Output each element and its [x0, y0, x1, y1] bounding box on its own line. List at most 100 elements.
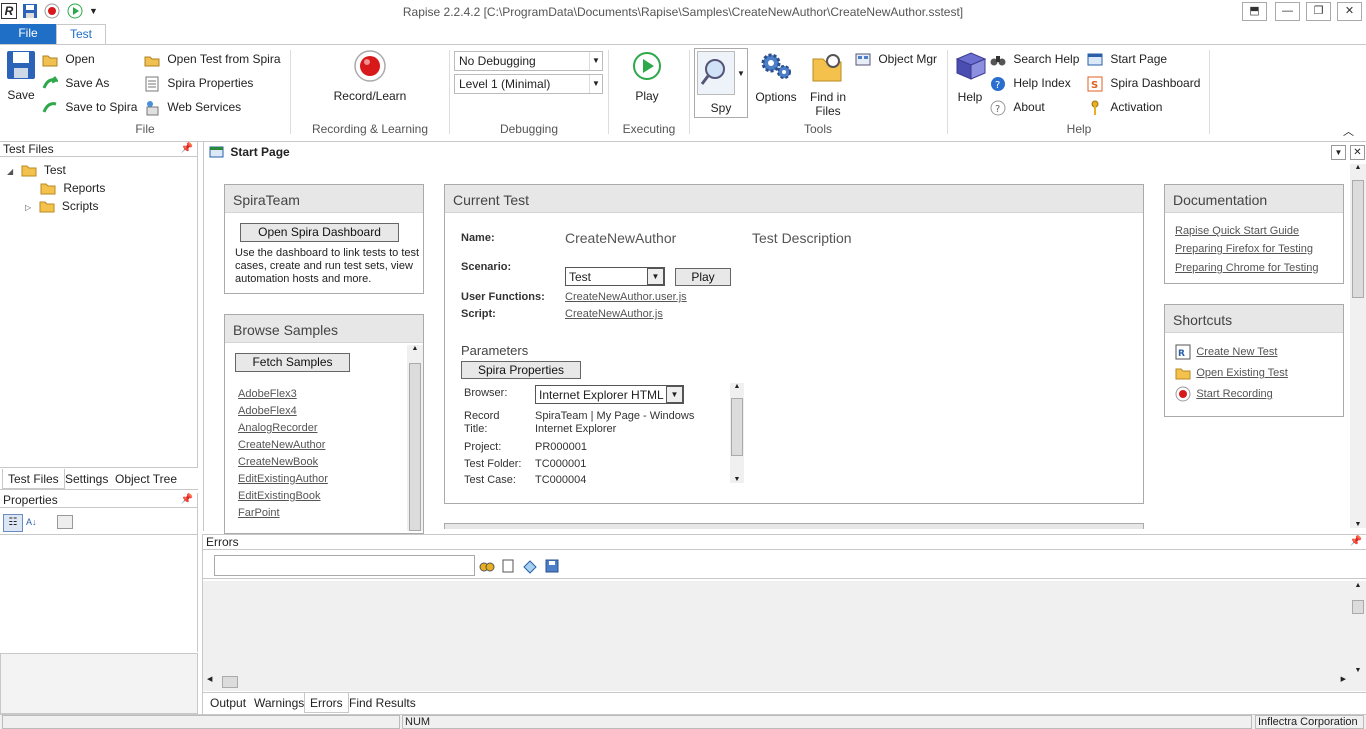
copy-icon[interactable]: [500, 558, 516, 577]
sample-link[interactable]: EditExistingBook: [238, 490, 328, 507]
save-to-spira-button[interactable]: Save to Spira: [42, 100, 137, 116]
pin-icon[interactable]: 📌: [181, 142, 193, 156]
scenario-select[interactable]: Test ▼: [565, 267, 665, 286]
sample-link[interactable]: AdobeFlex4: [238, 405, 328, 422]
tab-settings[interactable]: Settings: [60, 469, 113, 489]
spira-dashboard-button[interactable]: S Spira Dashboard: [1087, 76, 1200, 92]
about-button[interactable]: ? About: [990, 100, 1045, 116]
pin-icon[interactable]: 📌: [1350, 535, 1362, 549]
tree-item-scripts[interactable]: ▷ Scripts: [25, 199, 99, 215]
errors-header: Errors 📌: [203, 535, 1366, 550]
search-help-button[interactable]: Search Help: [990, 52, 1079, 68]
tab-object-tree[interactable]: Object Tree: [110, 469, 182, 489]
group-label-recording: Recording & Learning: [311, 122, 429, 136]
spy-button[interactable]: ▼ Spy: [694, 48, 748, 118]
options-button[interactable]: Options: [753, 51, 799, 104]
object-mgr-button[interactable]: Object Mgr: [855, 52, 937, 68]
sort-az-icon[interactable]: A↓: [26, 514, 46, 532]
script-link[interactable]: CreateNewAuthor.js: [565, 308, 663, 320]
arrow-save-icon: [42, 76, 60, 92]
maximize-button[interactable]: ❐: [1306, 2, 1331, 21]
samples-scrollbar[interactable]: ▲: [407, 345, 423, 531]
play-button[interactable]: Play: [622, 51, 672, 103]
parameters-scrollbar[interactable]: ▲ ▼: [730, 383, 744, 483]
chevron-down-icon[interactable]: ▼: [737, 69, 745, 78]
save-as-button[interactable]: Save As: [42, 76, 109, 92]
start-page-button[interactable]: Start Page: [1087, 52, 1167, 68]
doc-link[interactable]: Preparing Firefox for Testing: [1175, 243, 1318, 262]
sample-link[interactable]: FarPoint: [238, 507, 328, 524]
help-index-button[interactable]: ? Help Index: [990, 76, 1071, 92]
record-title-label-2: Title:: [464, 423, 488, 435]
find-in-files-button[interactable]: Find in Files: [806, 51, 850, 118]
tab-find-results[interactable]: Find Results: [344, 693, 421, 713]
start-page-icon: [1087, 52, 1103, 68]
tree-item-reports[interactable]: Reports: [40, 181, 105, 197]
clear-icon[interactable]: [522, 558, 538, 577]
start-page-tab[interactable]: Start Page: [209, 145, 290, 161]
shortcut-create[interactable]: R Create New Test: [1175, 344, 1277, 360]
tab-output[interactable]: Output: [205, 693, 251, 713]
debug-mode-dropdown[interactable]: No Debugging ▼: [454, 51, 603, 71]
shortcut-open[interactable]: Open Existing Test: [1175, 365, 1288, 381]
open-button[interactable]: Open: [42, 52, 95, 68]
close-button[interactable]: ✕: [1337, 2, 1362, 21]
start-page-scrollbar[interactable]: ▲ ▼: [1350, 164, 1366, 528]
doc-close-icon[interactable]: ✕: [1350, 145, 1365, 160]
scenario-play-button[interactable]: Play: [675, 268, 731, 286]
sample-link[interactable]: EditExistingAuthor: [238, 473, 328, 490]
shortcut-record[interactable]: Start Recording: [1175, 386, 1273, 402]
tab-test-files[interactable]: Test Files: [2, 469, 65, 489]
fetch-samples-button[interactable]: Fetch Samples: [235, 353, 350, 372]
sample-link[interactable]: AnalogRecorder: [238, 422, 328, 439]
create-new-test-link: Create New Test: [1196, 346, 1278, 359]
tab-file[interactable]: File: [0, 24, 56, 45]
parameters-grid: Browser: Internet Explorer HTML ▼ Record…: [461, 383, 746, 483]
binoculars-icon: [990, 52, 1006, 68]
sample-link[interactable]: CreateNewAuthor: [238, 439, 328, 456]
save-log-icon[interactable]: [544, 558, 560, 577]
expand-arrow-icon[interactable]: ◢: [7, 167, 13, 176]
debug-mode-value: No Debugging: [459, 54, 536, 68]
debug-level-dropdown[interactable]: Level 1 (Minimal) ▼: [454, 74, 603, 94]
spira-properties-button[interactable]: Spira Properties: [461, 361, 581, 379]
open-existing-test-link: Open Existing Test: [1196, 367, 1288, 380]
help-button[interactable]: Help: [951, 51, 989, 104]
web-services-button[interactable]: Web Services: [144, 100, 241, 116]
find-icon[interactable]: [479, 558, 495, 577]
errors-scrollbar-h[interactable]: ◀ ▶: [203, 674, 1350, 689]
browser-select[interactable]: Internet Explorer HTML ▼: [535, 385, 684, 404]
tree-item-test[interactable]: ◢ Test: [7, 163, 66, 179]
categorized-icon[interactable]: ☷: [3, 514, 23, 532]
errors-scrollbar-v[interactable]: ▲ ▼: [1350, 582, 1366, 674]
errors-filter-input[interactable]: [214, 555, 475, 576]
pin-icon[interactable]: 📌: [181, 493, 193, 507]
group-label-executing: Executing: [622, 122, 676, 136]
spira-properties-button[interactable]: Spira Properties: [144, 76, 253, 92]
open-spira-dashboard-button[interactable]: Open Spira Dashboard: [240, 223, 399, 242]
activation-button[interactable]: Activation: [1087, 100, 1162, 116]
property-pages-icon[interactable]: [57, 515, 73, 529]
record-learn-button[interactable]: Record/Learn: [326, 49, 414, 103]
sample-link[interactable]: CreateNewBook: [238, 456, 328, 473]
doc-link[interactable]: Preparing Chrome for Testing: [1175, 262, 1318, 280]
tab-warnings[interactable]: Warnings: [249, 693, 309, 713]
restore-ribbon-button[interactable]: ⬒: [1242, 2, 1267, 21]
doc-dropdown-icon[interactable]: ▼: [1331, 145, 1346, 160]
open-from-spira-button[interactable]: Open Test from Spira: [144, 52, 281, 68]
errors-toolbar: [203, 553, 1366, 579]
collapse-ribbon-icon[interactable]: ︿: [1343, 123, 1354, 139]
shortcuts-title: Shortcuts: [1165, 305, 1343, 333]
collapse-arrow-icon[interactable]: ▷: [25, 203, 31, 212]
save-button[interactable]: Save: [3, 49, 39, 103]
tab-test[interactable]: Test: [56, 24, 106, 45]
minimize-button[interactable]: —: [1275, 2, 1300, 21]
doc-link[interactable]: Rapise Quick Start Guide: [1175, 225, 1318, 243]
user-functions-link[interactable]: CreateNewAuthor.user.js: [565, 291, 687, 303]
sample-link[interactable]: AdobeFlex3: [238, 388, 328, 405]
open-label: Open: [65, 52, 95, 67]
tab-errors[interactable]: Errors: [304, 693, 349, 713]
svg-text:S: S: [1091, 80, 1098, 91]
help-circle-icon: ?: [990, 76, 1006, 92]
find-in-files-label-1: Find in: [809, 90, 847, 104]
